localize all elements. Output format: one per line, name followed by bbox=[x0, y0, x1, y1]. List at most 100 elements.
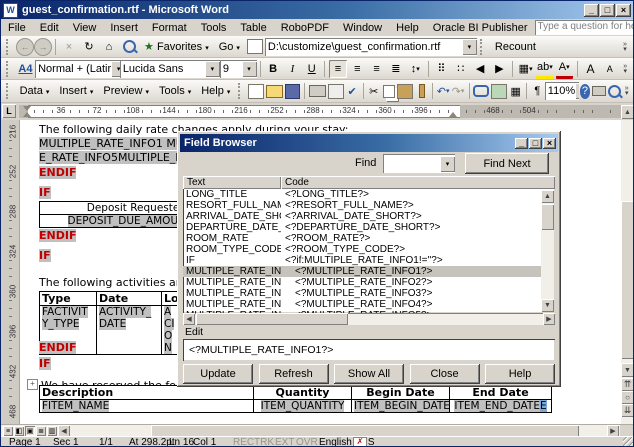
help-button[interactable]: Help bbox=[485, 364, 555, 384]
field-row[interactable]: MULTIPLE_RATE_INFO2<?MULTIPLE_RATE_INFO2… bbox=[183, 277, 542, 288]
toolbar-options-icon[interactable]: »▾ bbox=[619, 38, 631, 56]
zoom-combo[interactable]: 110%▾ bbox=[545, 82, 579, 100]
vertical-scrollbar-thumb[interactable] bbox=[621, 201, 634, 359]
minimize-icon[interactable]: _ bbox=[584, 4, 599, 17]
column-header-code[interactable]: Code bbox=[281, 176, 555, 189]
table-anchor-icon[interactable]: + bbox=[27, 379, 38, 390]
chevron-down-icon[interactable]: ▾ bbox=[462, 39, 477, 55]
toolbar-grip[interactable] bbox=[6, 83, 12, 99]
field-row[interactable]: MULTIPLE_RATE_INFO4<?MULTIPLE_RATE_INFO4… bbox=[183, 299, 542, 310]
shrink-font-icon[interactable]: A bbox=[601, 60, 618, 78]
chevron-down-icon[interactable]: ▾ bbox=[205, 61, 220, 77]
bip-menu-help[interactable]: Help▾ bbox=[196, 83, 235, 99]
font-color-icon[interactable]: A▾ bbox=[556, 58, 573, 79]
doc-field[interactable]: FACTIVITY_TYPE bbox=[42, 306, 88, 330]
dialog-title-bar[interactable]: Field Browser _ □ × bbox=[180, 134, 558, 152]
chevron-down-icon[interactable]: ▾ bbox=[242, 61, 257, 77]
doc-endif-field[interactable]: ENDIF bbox=[39, 166, 76, 179]
scroll-down-icon[interactable]: ▼ bbox=[541, 299, 554, 312]
dialog-close-icon[interactable]: × bbox=[543, 138, 556, 149]
field-row[interactable]: ARRIVAL_DATE_SHORT<?ARRIVAL_DATE_SHORT?> bbox=[183, 211, 542, 222]
find-icon[interactable] bbox=[608, 82, 621, 100]
copy-icon[interactable] bbox=[382, 82, 395, 100]
show-hide-pilcrow-icon[interactable]: ¶ bbox=[531, 82, 544, 100]
align-right-icon[interactable]: ≡ bbox=[368, 60, 385, 78]
menu-robopdf[interactable]: RoboPDF bbox=[274, 21, 336, 35]
close-icon[interactable]: × bbox=[616, 4, 631, 17]
cut-icon[interactable]: ✂ bbox=[367, 82, 380, 100]
favorites-menu[interactable]: ★ Favorites▾ bbox=[139, 38, 214, 55]
chevron-down-icon[interactable]: ▾ bbox=[440, 156, 455, 172]
scroll-left-icon[interactable]: ◀ bbox=[183, 313, 195, 325]
list-vertical-scrollbar[interactable]: ▲ ▼ bbox=[541, 190, 554, 312]
paste-icon[interactable] bbox=[397, 82, 413, 100]
bip-menu-preview[interactable]: Preview▾ bbox=[98, 83, 154, 99]
insert-excel-icon[interactable] bbox=[491, 82, 507, 100]
doc-if-field[interactable]: IF bbox=[39, 186, 51, 199]
doc-field[interactable]: ACTIVITY_DATE bbox=[99, 306, 151, 330]
toolbar-options-icon[interactable]: »▾ bbox=[619, 60, 631, 78]
chevron-down-icon[interactable]: ▾ bbox=[111, 61, 120, 77]
list-horizontal-scrollbar[interactable]: ◀ ▶ bbox=[183, 313, 555, 325]
italic-icon[interactable]: I bbox=[284, 60, 301, 78]
field-row[interactable]: IF<?if:MULTIPLE_RATE_INFO1!=''?> bbox=[183, 255, 542, 266]
search-web-icon[interactable] bbox=[120, 38, 138, 56]
doc-paragraph[interactable]: The following activities are bbox=[39, 276, 187, 289]
menu-view[interactable]: View bbox=[66, 21, 104, 35]
doc-field[interactable]: ITEM_BEGIN_DATE bbox=[354, 400, 450, 412]
undo-icon[interactable]: ↶▾ bbox=[437, 82, 450, 100]
back-icon[interactable]: ← bbox=[16, 38, 34, 56]
table-header[interactable]: Quantity bbox=[254, 386, 352, 400]
align-center-icon[interactable]: ≡ bbox=[349, 60, 366, 78]
web-layout-button[interactable]: ◧ bbox=[14, 426, 24, 436]
menu-format[interactable]: Format bbox=[145, 21, 194, 35]
table-header[interactable]: Date bbox=[97, 292, 162, 306]
bold-icon[interactable]: B bbox=[265, 60, 282, 78]
menu-edit[interactable]: Edit bbox=[33, 21, 66, 35]
bip-menu-tools[interactable]: Tools▾ bbox=[154, 83, 196, 99]
menu-tools[interactable]: Tools bbox=[194, 21, 234, 35]
save-icon[interactable] bbox=[285, 82, 300, 100]
doc-if-field[interactable]: IF bbox=[39, 249, 51, 262]
show-web-toolbar-icon[interactable] bbox=[246, 38, 264, 56]
numbered-list-icon[interactable]: ⠿ bbox=[433, 60, 450, 78]
doc-field[interactable]: ITEM_QUANTITY bbox=[261, 400, 345, 412]
find-combo[interactable]: ▾ bbox=[383, 154, 455, 173]
scroll-up-icon[interactable]: ▲ bbox=[621, 105, 634, 119]
question-for-help-input[interactable]: Type a question for help bbox=[535, 20, 634, 35]
justify-icon[interactable]: ≣ bbox=[387, 60, 404, 78]
toolbar-grip[interactable] bbox=[480, 39, 487, 55]
doc-field[interactable]: ACION bbox=[164, 306, 174, 354]
normal-view-button[interactable]: ≡ bbox=[3, 426, 13, 436]
resize-grip[interactable] bbox=[623, 437, 634, 447]
stop-icon[interactable]: × bbox=[60, 38, 78, 56]
scroll-up-icon[interactable]: ▲ bbox=[541, 190, 554, 203]
table-cell[interactable]: ACTIVITY_DATE bbox=[97, 306, 162, 355]
bullet-list-icon[interactable]: ∷ bbox=[452, 60, 469, 78]
bip-menu-insert[interactable]: Insert▾ bbox=[54, 83, 98, 99]
doc-field[interactable]: E_RATE_INFO5MULTIPLE_RA bbox=[39, 151, 190, 164]
doc-endif-field[interactable]: ENDIF bbox=[39, 341, 76, 354]
spelling-status-icon[interactable]: ✗ bbox=[353, 437, 367, 447]
field-row[interactable]: DEPARTURE_DATE_SH...<?DEPARTURE_DATE_SHO… bbox=[183, 222, 542, 233]
edit-field[interactable]: <?MULTIPLE_RATE_INFO1?> bbox=[183, 339, 555, 361]
home-icon[interactable]: ⌂ bbox=[100, 38, 118, 56]
decrease-indent-icon[interactable]: ◀ bbox=[471, 60, 488, 78]
field-list[interactable]: Text Code LONG_TITLE<?LONG_TITLE?>RESORT… bbox=[183, 176, 555, 313]
toolbar-grip[interactable] bbox=[6, 39, 13, 55]
toolbar-options-icon[interactable]: »▾ bbox=[622, 82, 631, 100]
selected-character[interactable]: E bbox=[540, 400, 547, 412]
select-browse-object-icon[interactable]: ○ bbox=[621, 391, 634, 404]
table-header[interactable]: End Date bbox=[450, 386, 552, 400]
dialog-minimize-icon[interactable]: _ bbox=[515, 138, 528, 149]
refresh-button[interactable]: Refresh bbox=[259, 364, 329, 384]
hanging-indent-marker[interactable] bbox=[23, 112, 31, 117]
doc-field[interactable]: MULTIPLE_RATE_INFO1 MUL bbox=[39, 137, 190, 150]
insert-hyperlink-icon[interactable] bbox=[473, 82, 489, 100]
doc-if-field[interactable]: IF bbox=[39, 357, 51, 370]
deposit-row-label[interactable]: Deposit Requested bbox=[87, 202, 186, 214]
status-toggle-rec[interactable]: REC bbox=[233, 437, 254, 447]
outline-view-button[interactable]: ≣ bbox=[36, 426, 46, 436]
menu-file[interactable]: File bbox=[1, 21, 33, 35]
increase-indent-icon[interactable]: ▶ bbox=[491, 60, 508, 78]
